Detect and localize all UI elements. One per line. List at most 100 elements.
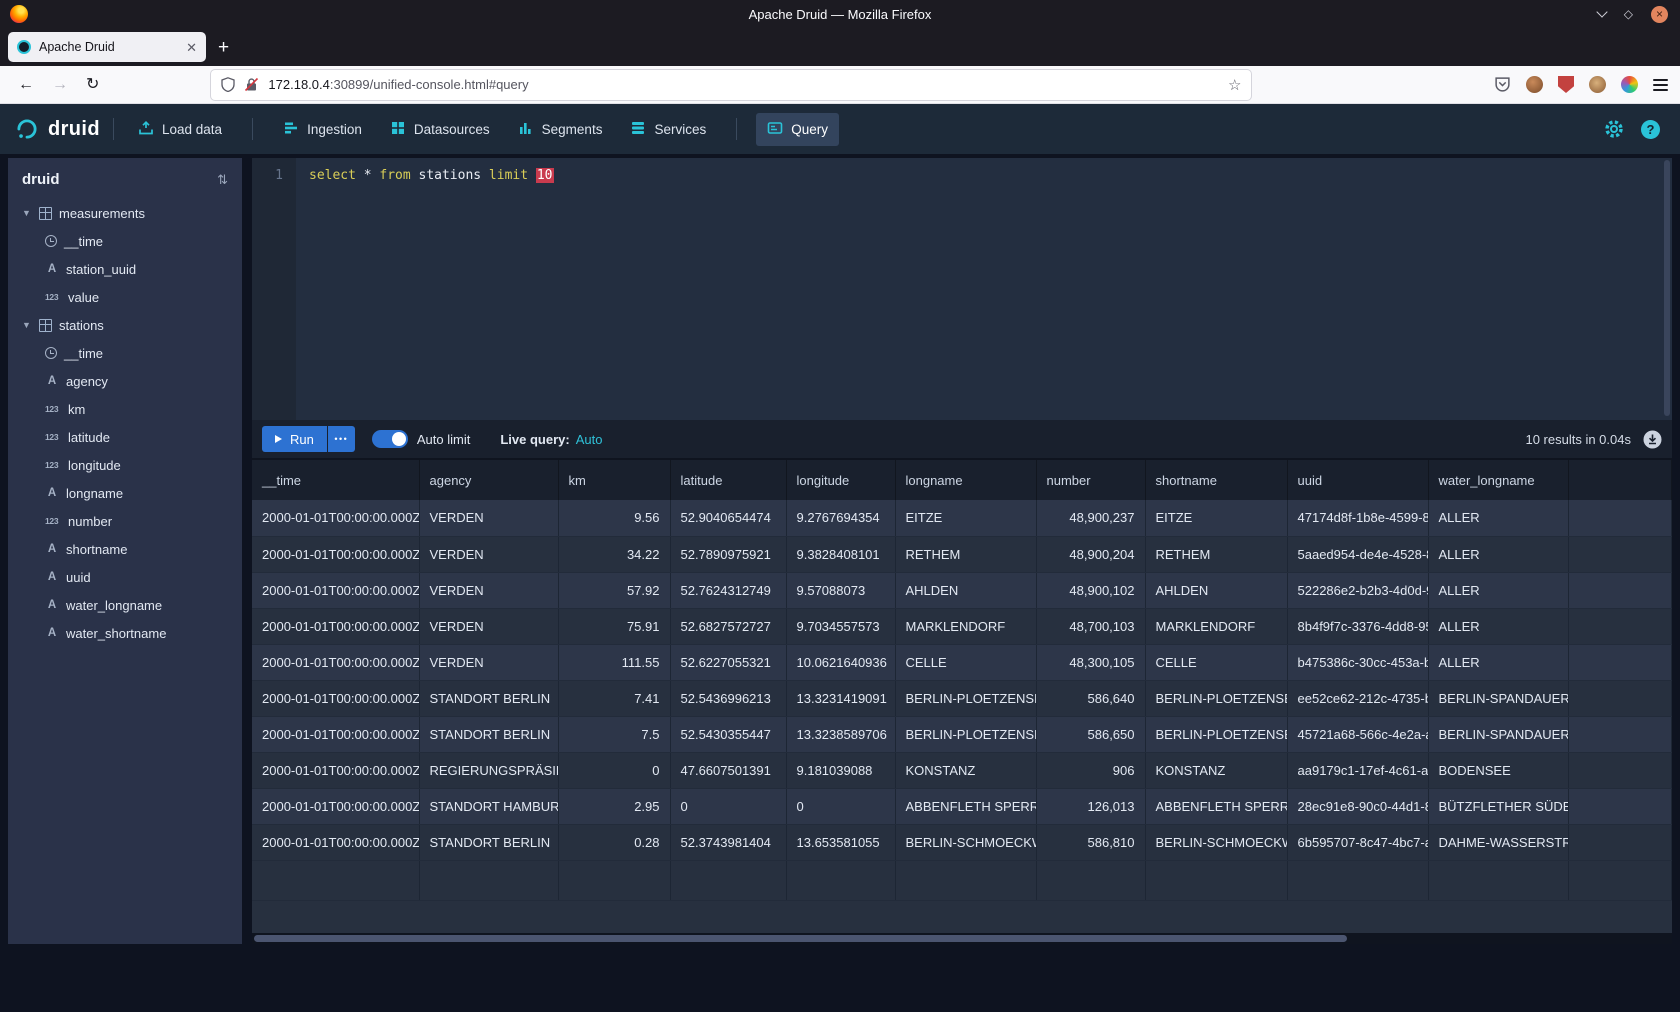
col-header-number[interactable]: number [1036,460,1145,500]
editor-scrollbar[interactable] [1664,160,1670,416]
cell-number[interactable]: 906 [1036,752,1145,788]
col-header-longitude[interactable]: longitude [786,460,895,500]
cell-longitude[interactable]: 10.0621640936 [786,644,895,680]
cell-water_longname[interactable]: ALLER [1428,608,1568,644]
nav-item-load-data[interactable]: Load data [127,113,233,146]
cell-latitude[interactable]: 52.5430355447 [670,716,786,752]
cell-uuid[interactable]: 47174d8f-1b8e-4599-8a [1287,500,1428,536]
cell-longitude[interactable]: 9.7034557573 [786,608,895,644]
nav-item-query[interactable]: Query [756,113,839,146]
horizontal-scrollbar-thumb[interactable] [254,935,1347,942]
cell-uuid[interactable]: 8b4f9f7c-3376-4dd8-95c [1287,608,1428,644]
cell-km[interactable]: 57.92 [558,572,670,608]
cell-number[interactable]: 586,640 [1036,680,1145,716]
cell-__time[interactable]: 2000-01-01T00:00:00.000Z [252,572,419,608]
tree-table-measurements[interactable]: ▼measurements [8,199,242,227]
tree-column-latitude[interactable]: 123latitude [8,423,242,451]
tree-column-__time[interactable]: __time [8,339,242,367]
cell-shortname[interactable]: BERLIN-PLOETZENSEE O [1145,680,1287,716]
cell-longname[interactable]: BERLIN-PLOETZENSEE U [895,716,1036,752]
cell-longitude[interactable]: 9.3828408101 [786,536,895,572]
tree-column-water_shortname[interactable]: Awater_shortname [8,619,242,647]
tree-column-longitude[interactable]: 123longitude [8,451,242,479]
reload-button[interactable]: ↻ [86,77,99,93]
cell-agency[interactable]: STANDORT BERLIN [419,680,558,716]
cell-water_longname[interactable]: ALLER [1428,500,1568,536]
tab-close-icon[interactable]: ✕ [186,41,197,54]
auto-limit-toggle[interactable] [372,430,408,448]
cell-uuid[interactable]: ee52ce62-212c-4735-b4 [1287,680,1428,716]
cell-km[interactable]: 0 [558,752,670,788]
extension-icon-2[interactable] [1589,76,1606,93]
col-header-water_longname[interactable]: water_longname [1428,460,1568,500]
cell-__time[interactable]: 2000-01-01T00:00:00.000Z [252,824,419,860]
browser-tab[interactable]: Apache Druid ✕ [8,32,206,62]
minimize-icon[interactable] [1596,6,1607,17]
cell-km[interactable]: 111.55 [558,644,670,680]
cell-shortname[interactable]: BERLIN-PLOETZENSEE U [1145,716,1287,752]
cell-shortname[interactable]: CELLE [1145,644,1287,680]
cell-shortname[interactable]: AHLDEN [1145,572,1287,608]
nav-item-services[interactable]: Services [619,113,717,146]
col-header-uuid[interactable]: uuid [1287,460,1428,500]
cell-km[interactable]: 9.56 [558,500,670,536]
cell-shortname[interactable]: ABBENFLETH SPERRWER [1145,788,1287,824]
cell-longitude[interactable]: 0 [786,788,895,824]
cell-latitude[interactable]: 0 [670,788,786,824]
cell-longname[interactable]: RETHEM [895,536,1036,572]
tree-column-value[interactable]: 123value [8,283,242,311]
maximize-icon[interactable]: ◇ [1624,8,1633,20]
cell-km[interactable]: 7.5 [558,716,670,752]
nav-item-datasources[interactable]: Datasources [379,113,501,146]
cell-latitude[interactable]: 52.7890975921 [670,536,786,572]
cell-uuid[interactable]: 522286e2-b2b3-4d0d-9a [1287,572,1428,608]
tracking-shield-icon[interactable] [221,77,235,92]
cell-__time[interactable]: 2000-01-01T00:00:00.000Z [252,680,419,716]
cell-water_longname[interactable]: BERLIN-SPANDAUER-S [1428,716,1568,752]
tree-column-uuid[interactable]: Auuid [8,563,242,591]
cell-water_longname[interactable]: ALLER [1428,572,1568,608]
cell-water_longname[interactable]: DAHME-WASSERSTRAS [1428,824,1568,860]
cell-longitude[interactable]: 13.653581055 [786,824,895,860]
tree-column-shortname[interactable]: Ashortname [8,535,242,563]
cell-__time[interactable]: 2000-01-01T00:00:00.000Z [252,608,419,644]
menu-button[interactable] [1653,79,1668,91]
col-header-__time[interactable]: __time [252,460,419,500]
ublock-shield-icon[interactable] [1558,76,1574,93]
cell-latitude[interactable]: 52.3743981404 [670,824,786,860]
close-window-icon[interactable]: × [1651,6,1668,23]
cell-water_longname[interactable]: ALLER [1428,536,1568,572]
tree-column-__time[interactable]: __time [8,227,242,255]
cell-water_longname[interactable]: BÜTZFLETHER SÜDERE [1428,788,1568,824]
pocket-icon[interactable] [1494,76,1511,93]
cell-shortname[interactable]: MARKLENDORF [1145,608,1287,644]
bookmark-star-icon[interactable]: ☆ [1228,76,1241,94]
cell-uuid[interactable]: 5aaed954-de4e-4528-8f [1287,536,1428,572]
cell-longname[interactable]: KONSTANZ [895,752,1036,788]
horizontal-scrollbar[interactable] [252,933,1672,944]
live-query-value[interactable]: Auto [576,432,603,447]
run-button[interactable]: Run [262,426,327,452]
cell-agency[interactable]: STANDORT BERLIN [419,824,558,860]
cell-number[interactable]: 48,700,103 [1036,608,1145,644]
cell-agency[interactable]: REGIERUNGSPRÄSIDIUM [419,752,558,788]
cell-__time[interactable]: 2000-01-01T00:00:00.000Z [252,716,419,752]
cell-longitude[interactable]: 13.3238589706 [786,716,895,752]
cell-latitude[interactable]: 47.6607501391 [670,752,786,788]
cell-agency[interactable]: STANDORT HAMBURG [419,788,558,824]
tree-column-station_uuid[interactable]: Astation_uuid [8,255,242,283]
cell-agency[interactable]: VERDEN [419,608,558,644]
cell-latitude[interactable]: 52.6227055321 [670,644,786,680]
cell-water_longname[interactable]: BERLIN-SPANDAUER-S [1428,680,1568,716]
cell-__time[interactable]: 2000-01-01T00:00:00.000Z [252,536,419,572]
settings-gear-icon[interactable] [1604,119,1624,139]
cell-latitude[interactable]: 52.9040654474 [670,500,786,536]
query-editor[interactable]: 1 select*fromstationslimit10 [252,158,1672,420]
cell-number[interactable]: 48,900,237 [1036,500,1145,536]
druid-logo[interactable]: druid [14,116,100,142]
cell-shortname[interactable]: KONSTANZ [1145,752,1287,788]
cell-shortname[interactable]: EITZE [1145,500,1287,536]
help-icon[interactable]: ? [1641,120,1660,139]
nav-item-segments[interactable]: Segments [507,113,614,146]
col-header-shortname[interactable]: shortname [1145,460,1287,500]
